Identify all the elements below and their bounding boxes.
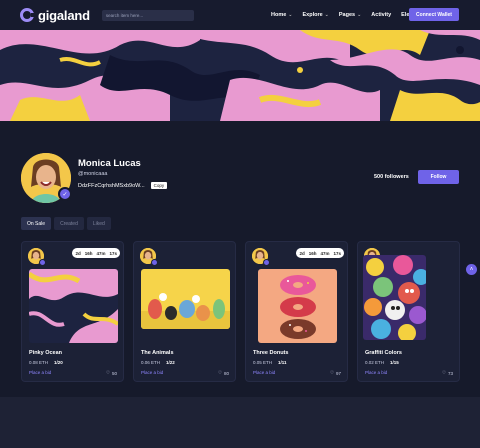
- nft-price-row: 0.05 ETH 1/11: [253, 360, 287, 365]
- nft-price: 0.05 ETH: [253, 360, 273, 365]
- profile-banner: [0, 30, 480, 121]
- logo[interactable]: gigaland: [20, 8, 90, 23]
- nft-card[interactable]: 2d 16h 47m 17s Three Donuts 0.05 ETH 1/1…: [245, 241, 348, 382]
- wallet-address-row: DdzFFzCqrhshMSxb9oW... Copy: [78, 182, 168, 189]
- likes[interactable]: ♡ 73: [442, 370, 453, 376]
- profile-name: Monica Lucas: [78, 158, 141, 169]
- place-bid-link[interactable]: Place a bid: [141, 370, 163, 375]
- verified-check-icon: ✓: [58, 187, 72, 201]
- nft-image[interactable]: [141, 269, 230, 329]
- nav-label: Home: [271, 12, 287, 18]
- timer-days: 2d: [75, 250, 81, 256]
- profile-avatar-wrap: ✓: [21, 153, 72, 203]
- nft-title[interactable]: Three Donuts: [253, 350, 288, 356]
- heart-icon: ♡: [441, 370, 446, 375]
- nav-item-home[interactable]: Home ⌄: [271, 12, 292, 18]
- tab-created[interactable]: Created: [54, 217, 84, 230]
- nft-stock: 1/20: [54, 360, 63, 365]
- nav-item-explore[interactable]: Explore ⌄: [302, 12, 328, 18]
- nft-price-row: 0.02 ETH 1/15: [365, 360, 399, 365]
- place-bid-link[interactable]: Place a bid: [365, 370, 387, 375]
- wallet-address: DdzFFzCqrhshMSxb9oW...: [78, 182, 145, 189]
- nft-stock: 1/22: [166, 360, 175, 365]
- scroll-up-button[interactable]: ˄: [466, 264, 477, 275]
- tab-on-sale[interactable]: On Sale: [21, 217, 52, 230]
- nft-card[interactable]: The Animals 0.06 ETH 1/22 Place a bid ♡ …: [133, 241, 236, 382]
- timer-hours: 16h: [84, 250, 93, 256]
- nft-price-row: 0.08 ETH 1/20: [29, 360, 63, 365]
- logo-icon: [20, 8, 34, 22]
- likes[interactable]: ♡ 97: [330, 370, 341, 376]
- place-bid-link[interactable]: Place a bid: [29, 370, 51, 375]
- timer-seconds: 17s: [109, 250, 117, 256]
- chevron-down-icon: ⌄: [288, 12, 293, 18]
- connect-wallet-button[interactable]: Connect Wallet: [409, 8, 459, 21]
- nft-image[interactable]: [363, 255, 426, 340]
- nav-label: Activity: [371, 12, 392, 18]
- nft-card[interactable]: 2d 16h 47m 17s Pinky Ocean 0.08 ETH 1/20…: [21, 241, 124, 382]
- nft-price-row: 0.06 ETH 1/22: [141, 360, 175, 365]
- page: gigaland Home ⌄ Explore ⌄ Pages ⌄ Activi…: [0, 0, 480, 448]
- profile-tabs: On Sale Created Liked: [21, 217, 111, 230]
- profile-handle: @monicaaa: [78, 171, 108, 177]
- nft-stock: 1/15: [390, 360, 399, 365]
- nav-item-activity[interactable]: Activity: [371, 12, 391, 18]
- copy-address-button[interactable]: Copy: [150, 182, 168, 189]
- verified-check-icon: [263, 259, 270, 266]
- nft-title[interactable]: Graffiti Colors: [365, 350, 402, 356]
- timer-hours: 16h: [308, 250, 317, 256]
- likes-count: 73: [447, 370, 453, 376]
- verified-check-icon: [151, 259, 158, 266]
- nav-item-pages[interactable]: Pages ⌄: [339, 12, 361, 18]
- chevron-down-icon: ⌄: [357, 12, 362, 18]
- likes[interactable]: ♡ 80: [218, 370, 229, 376]
- logo-text: gigaland: [38, 7, 90, 23]
- likes-count: 50: [111, 370, 117, 376]
- likes[interactable]: ♡ 50: [106, 370, 117, 376]
- footer: [0, 397, 480, 448]
- auction-timer: 2d 16h 47m 17s: [296, 248, 344, 258]
- nft-image[interactable]: [29, 269, 118, 343]
- nft-price: 0.02 ETH: [365, 360, 385, 365]
- nft-price: 0.08 ETH: [29, 360, 49, 365]
- nft-price: 0.06 ETH: [141, 360, 161, 365]
- likes-count: 80: [223, 370, 229, 376]
- nft-image[interactable]: [258, 269, 337, 343]
- timer-days: 2d: [299, 250, 305, 256]
- chevron-down-icon: ⌄: [324, 12, 329, 18]
- timer-minutes: 47m: [96, 250, 106, 256]
- timer-minutes: 47m: [320, 250, 330, 256]
- search-box[interactable]: [101, 9, 194, 21]
- search-input[interactable]: [105, 12, 190, 18]
- heart-icon: ♡: [329, 370, 334, 375]
- nft-title[interactable]: The Animals: [141, 350, 174, 356]
- nft-stock: 1/11: [278, 360, 287, 365]
- auction-timer: 2d 16h 47m 17s: [72, 248, 120, 258]
- tab-liked[interactable]: Liked: [86, 217, 111, 230]
- likes-count: 97: [335, 370, 341, 376]
- nft-title[interactable]: Pinky Ocean: [29, 350, 62, 356]
- heart-icon: ♡: [217, 370, 222, 375]
- follow-button[interactable]: Follow: [418, 170, 459, 184]
- place-bid-link[interactable]: Place a bid: [253, 370, 275, 375]
- chevron-up-icon: ˄: [469, 266, 474, 273]
- nav-label: Pages: [338, 12, 356, 18]
- nft-card[interactable]: Graffiti Colors 0.02 ETH 1/15 Place a bi…: [357, 241, 460, 382]
- nav-label: Explore: [302, 12, 323, 18]
- timer-seconds: 17s: [333, 250, 341, 256]
- verified-check-icon: [39, 259, 46, 266]
- top-navbar: gigaland Home ⌄ Explore ⌄ Pages ⌄ Activi…: [0, 0, 480, 30]
- banner-artwork: [0, 30, 480, 121]
- heart-icon: ♡: [105, 370, 110, 375]
- followers-count: 500 followers: [374, 174, 409, 180]
